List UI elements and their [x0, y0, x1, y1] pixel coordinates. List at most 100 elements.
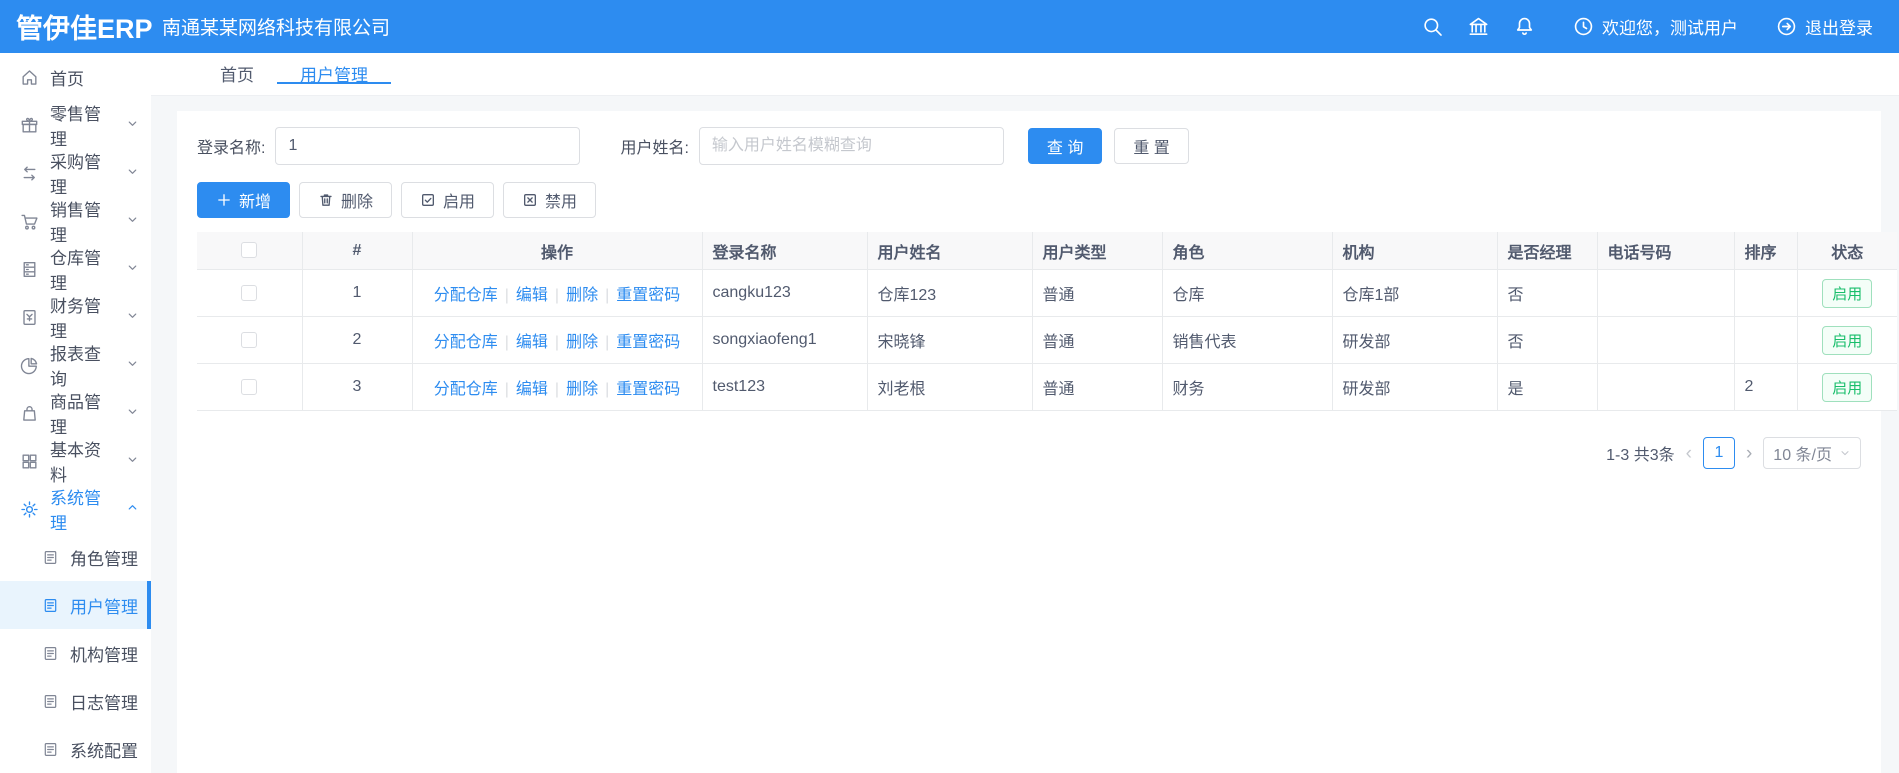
sidebar-item-label: 采购管理	[50, 153, 101, 197]
sidebar-item-label: 系统管理	[50, 489, 101, 533]
tab-user-mgmt[interactable]: 用户管理	[277, 53, 391, 95]
col-role: 角色	[1162, 232, 1333, 270]
prev-page-button[interactable]: ‹	[1686, 444, 1692, 463]
sidebar-item-label: 机构管理	[70, 645, 138, 665]
edit-link[interactable]: 编辑	[516, 287, 548, 304]
cell-phone	[1597, 269, 1735, 317]
bank-icon[interactable]	[1455, 16, 1501, 37]
sidebar-item-retail[interactable]: 零售管理	[0, 101, 151, 149]
sidebar-item-sales[interactable]: 销售管理	[0, 197, 151, 245]
edit-link[interactable]: 编辑	[516, 381, 548, 398]
login-name-input[interactable]	[275, 127, 581, 165]
row-checkbox[interactable]	[241, 331, 258, 348]
cell-name: 刘老根	[867, 363, 1033, 411]
reset-password-link[interactable]: 重置密码	[616, 381, 680, 398]
sidebar-item-label: 仓库管理	[50, 249, 101, 293]
status-badge[interactable]: 启用	[1822, 278, 1873, 308]
cell-name: 宋晓锋	[867, 316, 1033, 364]
col-org: 机构	[1332, 232, 1498, 270]
logout-button[interactable]: 退出登录	[1776, 14, 1873, 39]
search-icon[interactable]	[1409, 16, 1455, 37]
app-logo[interactable]: 管伊佳ERP	[0, 7, 153, 46]
main-area: 首页 零售管理 采购管理 销售管理 仓库管理 财务管理 报表查询 商品管理 基本…	[0, 53, 1899, 773]
checkbox-checked-icon	[422, 194, 435, 206]
user-name-input[interactable]	[698, 127, 1004, 165]
reset-button[interactable]: 重 置	[1114, 128, 1189, 164]
sidebar-item-sys-config[interactable]: 系统配置	[0, 725, 151, 773]
cell-name: 仓库123	[867, 269, 1033, 317]
table-header-row: # 操作 登录名称 用户姓名 用户类型 角色 机构 是否经理 电话号码 排序 状	[197, 232, 1897, 270]
notifications-bell-icon[interactable]	[1501, 16, 1547, 37]
delete-button-label: 删除	[341, 194, 374, 211]
table-row: 2 分配仓库 | 编辑 | 删除 | 重置密码 songxiaofeng1 宋晓锋 普通 销…	[197, 316, 1897, 364]
sidebar-item-system[interactable]: 系统管理	[0, 485, 151, 533]
search-button[interactable]: 查 询	[1027, 128, 1103, 164]
sidebar-item-finance[interactable]: 财务管理	[0, 293, 151, 341]
reset-password-link[interactable]: 重置密码	[616, 334, 680, 351]
status-badge[interactable]: 启用	[1822, 372, 1873, 402]
sidebar-item-org-mgmt[interactable]: 机构管理	[0, 629, 151, 677]
link-separator: |	[504, 381, 509, 398]
cell-role: 仓库	[1162, 269, 1333, 317]
search-form: 登录名称: 用户姓名: 查 询 重 置	[197, 119, 1861, 173]
delete-link[interactable]: 删除	[566, 381, 598, 398]
cell-sort	[1734, 316, 1798, 364]
next-page-button[interactable]: ›	[1746, 444, 1752, 463]
page-size-select[interactable]: 10 条/页	[1763, 437, 1861, 469]
chevron-down-icon	[126, 403, 139, 423]
cell-type: 普通	[1032, 363, 1163, 411]
cell-index: 2	[302, 316, 413, 364]
sidebar-item-purchase[interactable]: 采购管理	[0, 149, 151, 197]
gift-icon	[21, 117, 38, 133]
cell-phone	[1597, 316, 1735, 364]
assign-warehouse-link[interactable]: 分配仓库	[434, 381, 498, 398]
sidebar-item-label: 财务管理	[50, 297, 101, 341]
chevron-down-icon	[126, 355, 139, 375]
sidebar-item-warehouse[interactable]: 仓库管理	[0, 245, 151, 293]
cell-login: songxiaofeng1	[702, 316, 868, 364]
sidebar-item-label: 日志管理	[70, 693, 138, 713]
sidebar-item-goods[interactable]: 商品管理	[0, 389, 151, 437]
delete-link[interactable]: 删除	[566, 334, 598, 351]
plus-icon	[218, 194, 230, 206]
sidebar-item-reports[interactable]: 报表查询	[0, 341, 151, 389]
content-card: 登录名称: 用户姓名: 查 询 重 置 新增	[177, 111, 1897, 773]
add-button[interactable]: 新增	[197, 182, 291, 218]
pie-chart-icon	[20, 357, 38, 374]
cell-phone	[1597, 363, 1735, 411]
sidebar: 首页 零售管理 采购管理 销售管理 仓库管理 财务管理 报表查询 商品管理 基本…	[0, 53, 151, 773]
tab-home[interactable]: 首页	[197, 53, 277, 95]
enable-button[interactable]: 启用	[401, 182, 495, 218]
status-badge[interactable]: 启用	[1822, 325, 1873, 355]
delete-link[interactable]: 删除	[566, 287, 598, 304]
shopping-cart-icon	[21, 214, 38, 230]
assign-warehouse-link[interactable]: 分配仓库	[434, 287, 498, 304]
chevron-down-icon	[1841, 451, 1849, 456]
welcome-user[interactable]: 欢迎您，测试用户	[1573, 14, 1738, 39]
select-all-checkbox[interactable]	[241, 242, 258, 259]
top-header: 管伊佳ERP 南通某某网络科技有限公司 欢迎您，测试用户 退出登录	[0, 0, 1899, 53]
link-separator: |	[554, 287, 560, 304]
sidebar-item-user-mgmt[interactable]: 用户管理	[0, 581, 151, 629]
sidebar-item-label: 系统配置	[70, 741, 138, 761]
disable-button[interactable]: 禁用	[503, 182, 597, 218]
delete-button[interactable]: 删除	[299, 182, 393, 218]
assign-warehouse-link[interactable]: 分配仓库	[434, 334, 498, 351]
cell-manager: 是	[1497, 363, 1598, 411]
edit-link[interactable]: 编辑	[516, 334, 548, 351]
sidebar-item-log-mgmt[interactable]: 日志管理	[0, 677, 151, 725]
reset-password-link[interactable]: 重置密码	[616, 287, 680, 304]
page-number-button[interactable]: 1	[1702, 437, 1735, 469]
home-icon	[22, 69, 37, 85]
sidebar-item-basic-data[interactable]: 基本资料	[0, 437, 151, 485]
sidebar-item-home[interactable]: 首页	[0, 53, 151, 101]
row-checkbox[interactable]	[241, 284, 258, 301]
row-checkbox[interactable]	[241, 378, 258, 395]
company-name: 南通某某网络科技有限公司	[162, 18, 391, 39]
clock-icon	[1574, 17, 1593, 36]
cell-actions: 分配仓库 | 编辑 | 删除 | 重置密码	[412, 316, 703, 364]
sidebar-item-role-mgmt[interactable]: 角色管理	[0, 533, 151, 581]
col-type: 用户类型	[1032, 232, 1163, 270]
col-index: #	[302, 232, 413, 270]
col-manager: 是否经理	[1497, 232, 1598, 270]
